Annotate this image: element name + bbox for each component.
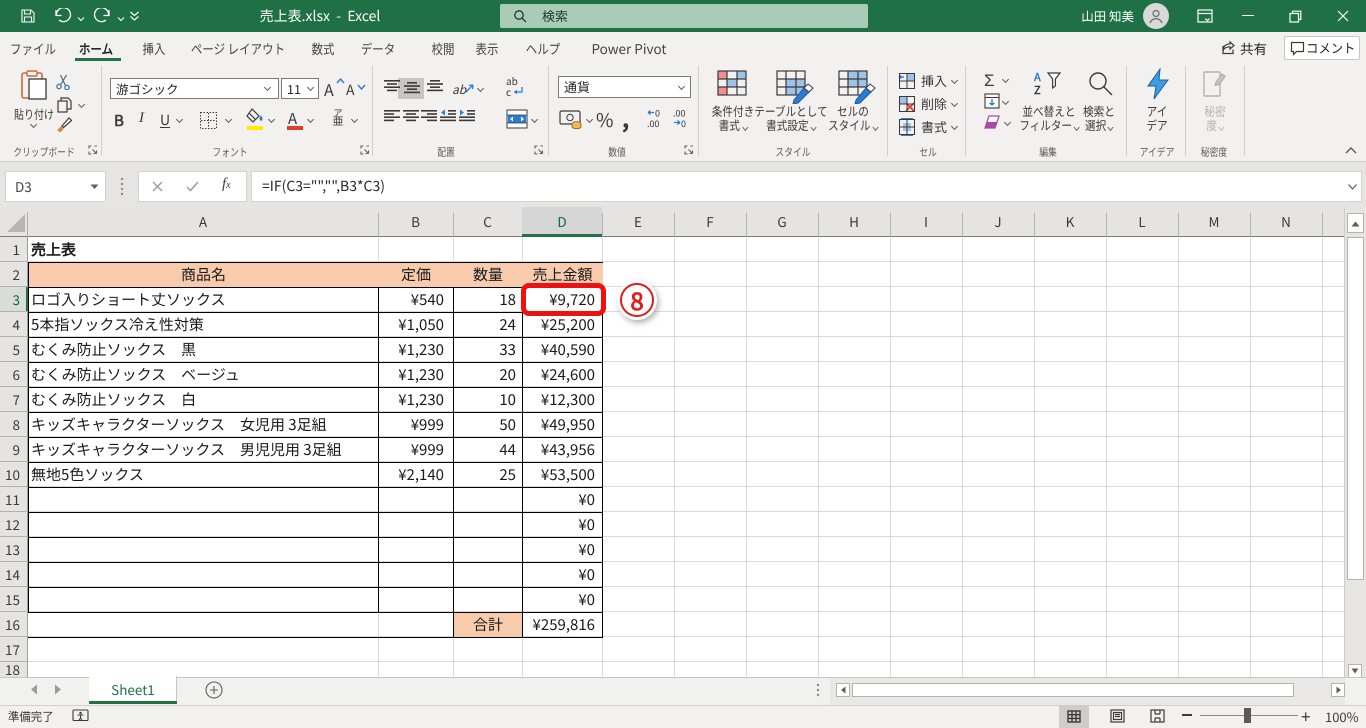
svg-text:0: 0 <box>681 117 686 128</box>
svg-text:Z: Z <box>1034 82 1041 98</box>
svg-text:ab: ab <box>452 81 468 98</box>
svg-text:c: c <box>506 84 511 98</box>
svg-text:.00: .00 <box>647 117 660 128</box>
